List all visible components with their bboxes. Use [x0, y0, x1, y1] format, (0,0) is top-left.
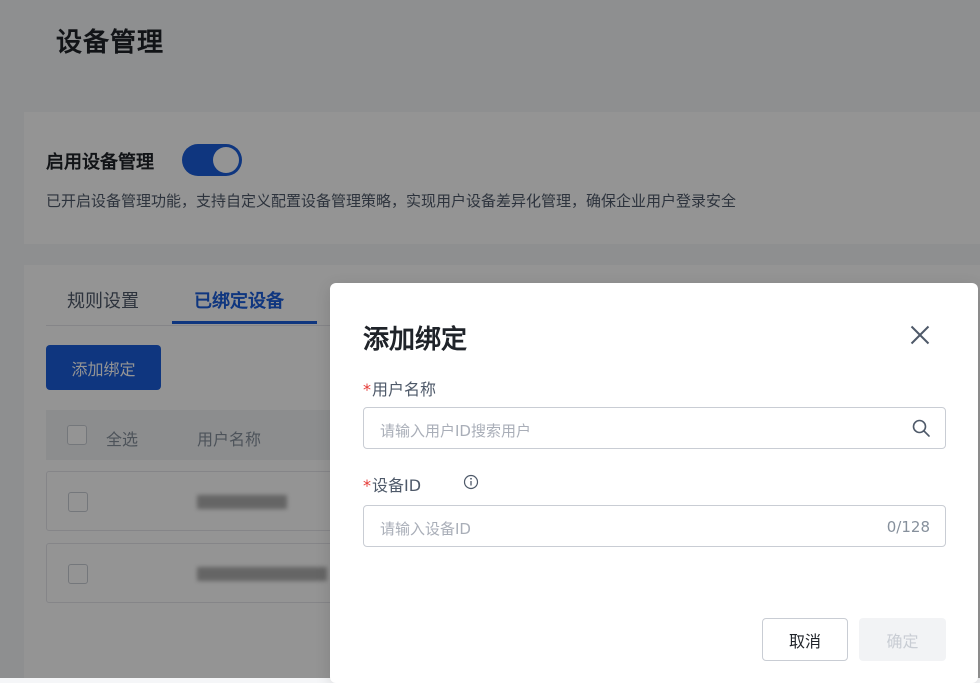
username-field-label: *用户名称: [363, 376, 436, 400]
username-label-text: 用户名称: [372, 380, 437, 399]
search-icon[interactable]: [911, 418, 931, 438]
username-search-input[interactable]: 请输入用户ID搜索用户: [363, 407, 946, 449]
required-mark: *: [363, 476, 371, 495]
info-icon[interactable]: [463, 474, 479, 490]
device-id-field-label: *设备ID: [363, 472, 479, 496]
add-binding-dialog: 添加绑定 *用户名称 请输入用户ID搜索用户 *设备ID 请输入设备ID 0/1…: [330, 283, 978, 683]
cancel-button[interactable]: 取消: [762, 618, 848, 661]
device-id-placeholder: 请输入设备ID: [380, 520, 471, 538]
username-placeholder: 请输入用户ID搜索用户: [380, 422, 531, 440]
required-mark: *: [363, 380, 371, 399]
close-icon[interactable]: [905, 320, 935, 350]
device-id-label-text: 设备ID: [372, 476, 422, 495]
device-id-input[interactable]: 请输入设备ID 0/128: [363, 505, 946, 547]
char-counter: 0/128: [886, 518, 930, 536]
confirm-button[interactable]: 确定: [859, 618, 946, 661]
dialog-title: 添加绑定: [363, 325, 468, 355]
